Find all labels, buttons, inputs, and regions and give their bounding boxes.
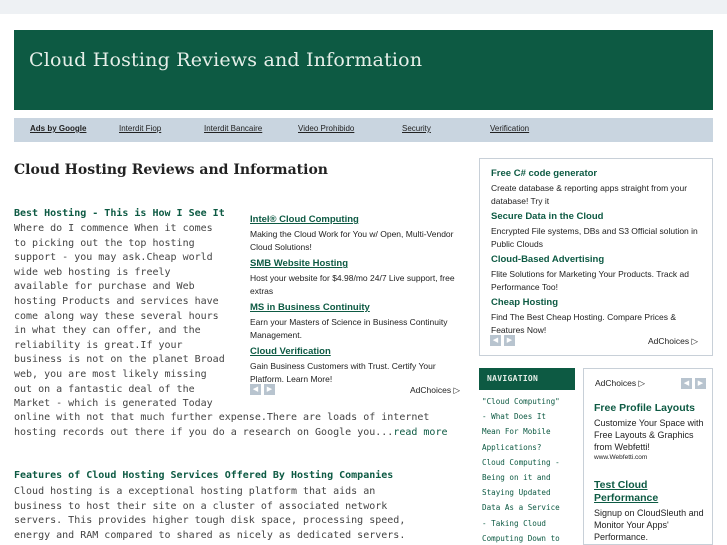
nav-link-line[interactable]: Being on it and	[482, 470, 575, 485]
page-title: Cloud Hosting Reviews and Information	[14, 162, 328, 178]
link-unit-link[interactable]: Verification	[490, 124, 529, 133]
page: Cloud Hosting Reviews and Information Ad…	[0, 0, 727, 545]
post-excerpt: Cloud hosting is a exceptional hosting p…	[14, 485, 474, 543]
ads-by-google-link[interactable]: Ads by Google	[30, 124, 86, 133]
ad-item: Cloud Verification Gain Business Custome…	[250, 346, 464, 382]
adchoices-link[interactable]: AdChoices ▷	[648, 336, 698, 347]
chevron-right-icon[interactable]: ▶	[504, 335, 515, 346]
nav-link-line[interactable]: Cloud Computing -	[482, 455, 575, 470]
ad-item: Test Cloud Performance Signup on CloudSl…	[594, 479, 706, 543]
nav-link-line[interactable]: Data As a Service	[482, 500, 575, 515]
post-text-line: to picking out the top hosting	[14, 237, 195, 249]
post-excerpt: Where do I commence When it comes to pic…	[14, 222, 246, 412]
post-text-line: Where do I commence When it comes	[14, 223, 213, 234]
link-unit-link[interactable]: Interdit Fiop	[119, 124, 161, 133]
ad-title-link[interactable]: Intel® Cloud Computing	[250, 214, 464, 225]
nav-link-line[interactable]: Applications?	[482, 440, 575, 455]
link-unit-link[interactable]: Interdit Bancaire	[204, 124, 262, 133]
post-text-line: support - you may ask.Cheap world	[14, 252, 213, 264]
chevron-right-icon[interactable]: ▶	[264, 384, 275, 395]
post-text-line: wide web hosting is freely	[14, 266, 171, 278]
post-text-line: online with not that much further expens…	[14, 412, 376, 423]
ad-item: MS in Business Continuity Earn your Mast…	[250, 302, 464, 341]
ad-description: Making the Cloud Work for You w/ Open, M…	[250, 229, 454, 252]
post-text-line: you...read more	[357, 427, 447, 438]
chevron-right-icon[interactable]: ▶	[695, 378, 706, 389]
ad-description: Customize Your Space with Free Layouts &…	[594, 418, 704, 452]
ad-title-link[interactable]: Secure Data in the Cloud	[491, 211, 702, 222]
navigation-widget: NAVIGATION "Cloud Computing" - What Does…	[479, 368, 575, 545]
top-strip	[0, 0, 727, 14]
ad-pager: ◀ ▶	[250, 384, 275, 395]
navigation-heading: NAVIGATION	[479, 368, 575, 390]
ad-item: Cloud-Based Advertising Flite Solutions …	[491, 254, 702, 293]
post-text-line: servers. This provides higher tough disk…	[14, 515, 406, 527]
ad-description: Find The Best Cheap Hosting. Compare Pri…	[491, 312, 677, 335]
read-more-link[interactable]: read more	[393, 427, 447, 438]
post-text-tail: you...	[357, 426, 394, 438]
ad-pager: ◀ ▶	[681, 378, 706, 389]
post-text-line: web, you are most likely missing	[14, 368, 207, 380]
adchoices-link[interactable]: AdChoices ▷	[595, 378, 645, 389]
ad-source-url[interactable]: www.Webfetti.com	[594, 454, 706, 461]
ad-item: Free C# code generator Create database &…	[491, 168, 702, 207]
inline-ad-footer: ◀ ▶ AdChoices ▷	[250, 384, 464, 396]
chevron-left-icon[interactable]: ◀	[681, 378, 692, 389]
ad-item: Cheap Hosting Find The Best Cheap Hostin…	[491, 297, 702, 336]
ad-title-link[interactable]: MS in Business Continuity	[250, 302, 464, 313]
ad-title-link[interactable]: Free C# code generator	[491, 168, 702, 179]
ad-title-link[interactable]: Test Cloud Performance	[594, 479, 706, 505]
adchoices-link[interactable]: AdChoices ▷	[410, 385, 460, 396]
nav-link-line[interactable]: - Taking Cloud	[482, 516, 575, 531]
site-header: Cloud Hosting Reviews and Information	[14, 30, 713, 110]
sidebar-ad-unit: Free C# code generator Create database &…	[479, 158, 713, 356]
navigation-links: "Cloud Computing" - What Does It Mean Fo…	[479, 394, 575, 545]
ad-pager: ◀ ▶	[490, 335, 515, 346]
nav-link-line[interactable]: Computing Down to	[482, 531, 575, 545]
inline-ad-unit: Intel® Cloud Computing Making the Cloud …	[250, 214, 464, 382]
ad-description: Gain Business Customers with Trust. Cert…	[250, 361, 436, 382]
ad-title-link[interactable]: Cheap Hosting	[491, 297, 702, 308]
post-title[interactable]: Best Hosting - This is How I See It	[14, 208, 225, 219]
ad-description: Flite Solutions for Marketing Your Produ…	[491, 269, 689, 292]
skyscraper-ad-unit: AdChoices ▷ ◀ ▶ Free Profile Layouts Cus…	[583, 368, 713, 545]
link-unit-link[interactable]: Security	[402, 124, 431, 133]
link-unit-link[interactable]: Video Prohibido	[298, 124, 354, 133]
nav-link-line[interactable]: "Cloud Computing"	[482, 394, 575, 409]
post-text-line: come along way these several hours	[14, 310, 219, 322]
chevron-left-icon[interactable]: ◀	[250, 384, 261, 395]
ad-description: Create database & reporting apps straigh…	[491, 183, 688, 206]
post-text-line: business is not on the planet Broad	[14, 354, 225, 366]
ad-description: Earn your Masters of Science in Business…	[250, 317, 448, 340]
nav-link-line[interactable]: - What Does It	[482, 409, 575, 424]
post-text-line: out on a fantastic deal of the	[14, 383, 195, 395]
post-excerpt-continued: online with not that much further expens…	[14, 411, 474, 440]
ad-link-bar: Ads by Google Interdit Fiop Interdit Ban…	[14, 118, 713, 142]
post-text-line: Cloud hosting is a exceptional hosting p…	[14, 486, 376, 497]
site-title[interactable]: Cloud Hosting Reviews and Information	[29, 49, 422, 71]
ad-title-link[interactable]: Free Profile Layouts	[594, 402, 706, 415]
ad-item: Intel® Cloud Computing Making the Cloud …	[250, 214, 464, 253]
ad-description: Encrypted File systems, DBs and S3 Offic…	[491, 226, 698, 249]
ad-item: Secure Data in the Cloud Encrypted File …	[491, 211, 702, 250]
ad-title-link[interactable]: SMB Website Hosting	[250, 258, 464, 269]
post-text-line: hosting Products and services have	[14, 295, 219, 307]
ad-description: Host your website for $4.98/mo 24/7 Live…	[250, 273, 455, 296]
post-text-line: energy and RAM compared to shared as nic…	[14, 529, 406, 541]
post-text-line: in what they can offer, and the	[14, 325, 201, 337]
nav-link-line[interactable]: Mean For Mobile	[482, 424, 575, 439]
ad-item: Free Profile Layouts Customize Your Spac…	[594, 402, 706, 461]
post-text-line: Market - which is generated Today	[14, 398, 213, 410]
ad-item: SMB Website Hosting Host your website fo…	[250, 258, 464, 297]
post-text-line: available for purchase and Web	[14, 281, 195, 293]
ad-title-link[interactable]: Cloud-Based Advertising	[491, 254, 702, 265]
post-text-line: business to host their site on a cluster…	[14, 500, 388, 512]
sidebar-ad-footer: ◀ ▶ AdChoices ▷	[490, 335, 702, 347]
chevron-left-icon[interactable]: ◀	[490, 335, 501, 346]
ad-title-link[interactable]: Cloud Verification	[250, 346, 464, 357]
post-title[interactable]: Features of Cloud Hosting Services Offer…	[14, 470, 393, 481]
nav-link-line[interactable]: Staying Updated	[482, 485, 575, 500]
post-text-line: reliability is great.If your	[14, 339, 183, 351]
ad-description: Signup on CloudSleuth and Monitor Your A…	[594, 508, 704, 542]
